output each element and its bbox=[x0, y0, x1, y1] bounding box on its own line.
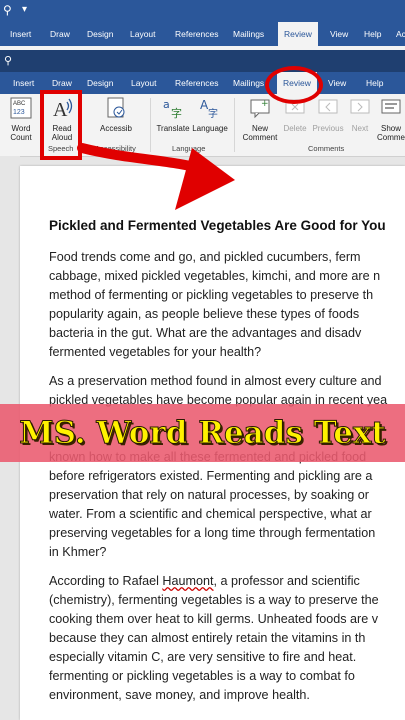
title-banner: MS. Word Reads Text bbox=[0, 404, 405, 462]
red-arrow-icon bbox=[77, 143, 235, 210]
banner-text: MS. Word Reads Text bbox=[19, 415, 386, 452]
